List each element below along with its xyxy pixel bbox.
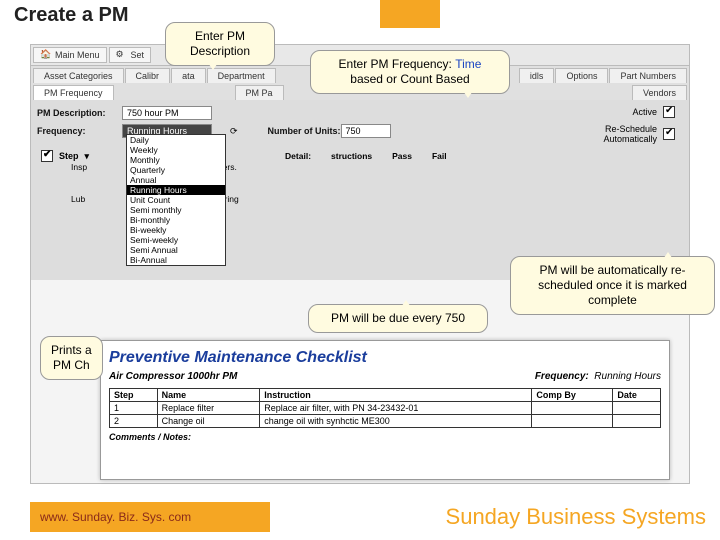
callout-auto: PM will be automatically re-scheduled on…	[510, 256, 715, 315]
footer: www. Sunday. Biz. Sys. com Sunday Busine…	[0, 494, 720, 540]
freq-item[interactable]: Quarterly	[127, 165, 225, 175]
freq-item[interactable]: Bi-monthly	[127, 215, 225, 225]
step-header: Step	[59, 151, 79, 161]
checklist-table: Step Name Instruction Comp By Date 1 Rep…	[109, 388, 661, 428]
freq-item[interactable]: Annual	[127, 175, 225, 185]
instructions-col: structions	[331, 151, 372, 161]
frequency-label: Frequency:	[37, 126, 122, 136]
freq-item[interactable]: Bi-Annual	[127, 255, 225, 265]
freq-item[interactable]: Bi-weekly	[127, 225, 225, 235]
tab-calibr[interactable]: Calibr	[125, 68, 171, 83]
active-label: Active	[632, 107, 657, 117]
pm-description-label: PM Description:	[37, 108, 122, 118]
step-insp: Insp	[71, 162, 87, 172]
set-label: Set	[131, 50, 145, 60]
num-units-label: Number of Units:	[268, 126, 341, 136]
checklist-asset: Air Compressor 1000hr PM	[109, 371, 237, 382]
tab-options[interactable]: Options	[555, 68, 608, 83]
col-step: Step	[110, 389, 158, 402]
tab-data[interactable]: ata	[171, 68, 206, 83]
freq-item[interactable]: Semi Annual	[127, 245, 225, 255]
col-name: Name	[157, 389, 260, 402]
callout-due: PM will be due every 750	[308, 304, 488, 333]
callout-description: Enter PM Description	[165, 22, 275, 66]
reschedule-label: Re-Schedule Automatically	[577, 124, 657, 144]
tab-pm-frequency[interactable]: PM Frequency	[33, 85, 114, 100]
chevron-down-icon[interactable]: ▾	[85, 151, 90, 162]
checklist-doc: Preventive Maintenance Checklist Air Com…	[100, 340, 670, 480]
freq-item[interactable]: Daily	[127, 135, 225, 145]
frequency-dropdown[interactable]: Daily Weekly Monthly Quarterly Annual Ru…	[126, 134, 226, 266]
checklist-freq-label: Frequency:	[535, 371, 589, 382]
freq-item[interactable]: Running Hours	[127, 185, 225, 195]
freq-item[interactable]: Semi monthly	[127, 205, 225, 215]
active-checkbox[interactable]	[663, 106, 675, 118]
set-button[interactable]: ⚙ Set	[109, 47, 152, 63]
freq-item[interactable]: Monthly	[127, 155, 225, 165]
footer-url: www. Sunday. Biz. Sys. com	[30, 502, 270, 532]
form-area: PM Description: 750 hour PM Frequency: R…	[31, 100, 689, 280]
main-menu-label: Main Menu	[55, 50, 100, 60]
reschedule-checkbox[interactable]	[663, 128, 675, 140]
pass-col: Pass	[392, 151, 412, 161]
callout-frequency: Enter PM Frequency: Time based or Count …	[310, 50, 510, 94]
col-date: Date	[613, 389, 661, 402]
tab-asset-categories[interactable]: Asset Categories	[33, 68, 124, 83]
tab-pm-pa[interactable]: PM Pa	[235, 85, 284, 100]
gear-icon: ⚙	[116, 49, 128, 61]
step-checkbox[interactable]	[41, 150, 53, 162]
table-row: 2 Change oil change oil with synhctic ME…	[110, 415, 661, 428]
table-row: 1 Replace filter Replace air filter, wit…	[110, 402, 661, 415]
callout-print: Prints aPM Ch	[40, 336, 103, 380]
main-menu-button[interactable]: 🏠 Main Menu	[33, 47, 107, 63]
tab-part-numbers[interactable]: Part Numbers	[609, 68, 687, 83]
detail-col: Detail:	[285, 151, 311, 161]
freq-item[interactable]: Unit Count	[127, 195, 225, 205]
footer-brand: Sunday Business Systems	[446, 504, 706, 530]
pm-description-field[interactable]: 750 hour PM	[122, 106, 212, 120]
checklist-freq-value: Running Hours	[594, 371, 661, 382]
num-units-field[interactable]: 750	[341, 124, 391, 138]
checklist-notes-label: Comments / Notes:	[109, 432, 661, 442]
freq-item[interactable]: Semi-weekly	[127, 235, 225, 245]
col-compby: Comp By	[532, 389, 613, 402]
checklist-title: Preventive Maintenance Checklist	[109, 349, 661, 367]
freq-item[interactable]: Weekly	[127, 145, 225, 155]
home-icon: 🏠	[40, 49, 52, 61]
col-instruction: Instruction	[260, 389, 532, 402]
refresh-icon[interactable]: ⟳	[230, 126, 238, 137]
step-lub: Lub	[71, 194, 85, 204]
fail-col: Fail	[432, 151, 447, 161]
tab-vendors[interactable]: Vendors	[632, 85, 687, 100]
right-col: Active Re-Schedule Automatically	[577, 106, 675, 150]
page-title: Create a PM	[14, 4, 129, 27]
tab-idls[interactable]: idls	[519, 68, 555, 83]
